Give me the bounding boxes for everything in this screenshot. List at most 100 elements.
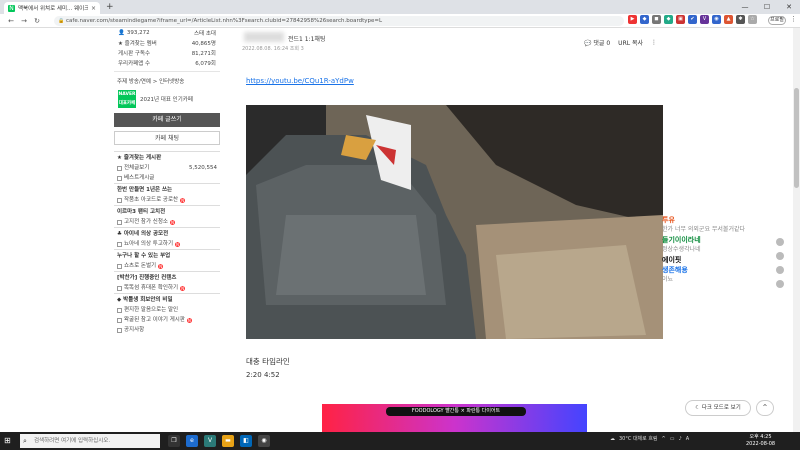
board-item[interactable]: 고지전 참가 신청소 N bbox=[114, 217, 220, 227]
reload-icon[interactable]: ↻ bbox=[32, 17, 42, 25]
post-date: 2022.08.08. 16:24 조회 3 bbox=[242, 46, 304, 52]
extensions: ▶ ◆ ◼ ◆ ▣ ✔ V ◉ ▲ ✱ ☆ bbox=[628, 15, 757, 24]
ad-banner[interactable]: FOODOLOGY 빨간통 × 파란통 다이어트 bbox=[322, 404, 587, 432]
user-icon[interactable] bbox=[776, 266, 784, 274]
weather-text[interactable]: 30°C 대체로 흐림 bbox=[619, 435, 658, 442]
chat-message: 한가 너무 의외군요 무서볼거같다 bbox=[662, 226, 746, 233]
extension-icon[interactable]: ◼ bbox=[652, 15, 661, 24]
store-icon[interactable]: ◧ bbox=[240, 435, 252, 447]
user-icon[interactable] bbox=[776, 280, 784, 288]
chat-username[interactable]: 투유 bbox=[662, 215, 800, 225]
maximize-button[interactable]: ☐ bbox=[756, 0, 778, 14]
extension-icon[interactable]: ◆ bbox=[664, 15, 673, 24]
volume-icon[interactable]: ♪ bbox=[678, 436, 681, 442]
cafe-chat-button[interactable]: 카페 채팅 bbox=[114, 131, 220, 145]
extension-icon[interactable]: ◆ bbox=[640, 15, 649, 24]
profile-button[interactable]: 프로필 bbox=[768, 16, 786, 25]
board-item[interactable]: 왁굴된 참고 이야기 게시판 N bbox=[114, 315, 220, 325]
minimize-button[interactable]: — bbox=[734, 0, 756, 14]
new-badge: N bbox=[158, 263, 164, 269]
new-tab-button[interactable]: + bbox=[106, 2, 114, 12]
board-item[interactable]: 편지한 말음으로는 말인 bbox=[114, 305, 220, 315]
new-badge: N bbox=[180, 197, 186, 203]
board-label: 공지사항 bbox=[124, 327, 145, 333]
representative-cafe-badge: NAVER 대표카페 2021년 대표 인기카페 bbox=[114, 87, 220, 111]
board-label: 한번 만들면 1년은 쓰는 bbox=[117, 187, 173, 193]
language-indicator[interactable]: A bbox=[686, 436, 689, 442]
scroll-to-top-button[interactable]: ⌃ bbox=[756, 400, 774, 416]
youtube-link[interactable]: https://youtu.be/CQu1R-aYdPw bbox=[246, 77, 354, 85]
app-icon[interactable]: V bbox=[204, 435, 216, 447]
favorites-title[interactable]: ★ 즐겨찾는 게시판 bbox=[114, 151, 220, 163]
task-view-icon[interactable]: ❐ bbox=[168, 435, 180, 447]
tab-close-icon[interactable]: × bbox=[91, 5, 96, 12]
new-badge: N bbox=[169, 219, 175, 225]
taskbar-search[interactable]: ⌕ 검색하려면 여기에 입력하십시오. bbox=[20, 434, 160, 448]
back-icon[interactable]: ← bbox=[6, 17, 16, 25]
board-icon bbox=[117, 241, 122, 247]
stat-value: 40,865명 bbox=[191, 41, 216, 47]
close-window-button[interactable]: ✕ bbox=[778, 0, 800, 14]
clock[interactable]: 오후 4:25 2022-08-08 bbox=[746, 434, 775, 448]
nav-buttons: ← → ↻ bbox=[0, 17, 42, 25]
board-group-title[interactable]: ◆ 박틀생 회보안의 비밀 bbox=[114, 293, 220, 305]
extension-icon[interactable]: ▲ bbox=[724, 15, 733, 24]
extension-icon[interactable]: ◉ bbox=[712, 15, 721, 24]
folder-icon[interactable]: ▬ bbox=[222, 435, 234, 447]
puzzle-icon[interactable]: ✱ bbox=[736, 15, 745, 24]
more-icon[interactable]: ⋮ bbox=[651, 39, 657, 46]
board-group-title[interactable]: ♣ 아이네 의상 공모전 bbox=[114, 227, 220, 239]
url-copy-button[interactable]: URL 복사 bbox=[618, 38, 643, 47]
user-icon[interactable] bbox=[776, 238, 784, 246]
board-item[interactable]: 작품초 아코드로 공로찬 N bbox=[114, 195, 220, 205]
extension-icon[interactable]: ✔ bbox=[688, 15, 697, 24]
embedded-video[interactable] bbox=[246, 105, 663, 339]
page-scrollbar[interactable] bbox=[793, 28, 800, 432]
extension-icon[interactable]: ▶ bbox=[628, 15, 637, 24]
invite-link[interactable]: 스태 초대 bbox=[194, 29, 216, 37]
author-name[interactable]: 전드1 1:1채팅 bbox=[288, 34, 325, 43]
board-group-title[interactable]: 한번 만들면 1년은 쓰는 bbox=[114, 183, 220, 195]
browser-tab[interactable]: N 맥북에서 위쳐로 세미... 웨이크 × bbox=[4, 2, 100, 14]
windows-taskbar: ⊞ ⌕ 검색하려면 여기에 입력하십시오. ❐ e V ▬ ◧ ◉ ☁ 30°C… bbox=[0, 432, 800, 450]
comment-button[interactable]: 💬 댓글 0 bbox=[584, 38, 610, 47]
bookmark-icon[interactable]: ☆ bbox=[748, 15, 757, 24]
board-group-title[interactable]: 누구나 할 수 있는 부업 bbox=[114, 249, 220, 261]
board-item[interactable]: 똑똑섬 휴대폰 확인하기 N bbox=[114, 283, 220, 293]
post-body-line: 대충 타임라인 bbox=[246, 357, 290, 366]
board-item[interactable]: 쇼츠로 돈벌기 N bbox=[114, 261, 220, 271]
scroll-thumb[interactable] bbox=[794, 88, 799, 188]
member-row: 👤 393,272 스태 초대 bbox=[114, 28, 220, 38]
board-item[interactable]: 공지사항 bbox=[114, 325, 220, 335]
url-text: cafe.naver.com/steamindiegame?iframe_url… bbox=[66, 18, 383, 24]
board-item[interactable]: 베스트게시글 bbox=[114, 173, 220, 183]
tab-title: 맥북에서 위쳐로 세미... 웨이크 bbox=[18, 6, 88, 12]
board-item[interactable]: 전체글보기 5,520,554 bbox=[114, 163, 220, 173]
board-group-title[interactable]: 이르마3 팬티 고치전 bbox=[114, 205, 220, 217]
board-label: 전체글보기 bbox=[124, 165, 150, 171]
dark-mode-button[interactable]: ☾ 다크 모드로 보기 bbox=[685, 400, 751, 416]
url-field[interactable]: 🔒 cafe.naver.com/steamindiegame?iframe_u… bbox=[54, 16, 624, 26]
board-group-title[interactable]: [박찬가] 진행중인 컨텐츠 bbox=[114, 271, 220, 283]
board-label: 누구나 할 수 있는 부업 bbox=[117, 253, 171, 259]
chevron-up-icon[interactable]: ^ bbox=[662, 436, 666, 442]
people-icon: 👤 bbox=[118, 30, 125, 36]
search-icon: ⌕ bbox=[23, 437, 27, 445]
edge-icon[interactable]: e bbox=[186, 435, 198, 447]
chrome-icon[interactable]: ◉ bbox=[258, 435, 270, 447]
system-tray: ☁ 30°C 대체로 흐림 ^ ▭ ♪ A bbox=[610, 435, 689, 443]
stat-label: 우리카페앱 수 bbox=[118, 61, 151, 67]
user-icon[interactable] bbox=[776, 252, 784, 260]
extension-icon[interactable]: ▣ bbox=[676, 15, 685, 24]
browser-menu-icon[interactable]: ⋮ bbox=[790, 15, 797, 23]
cafe-topic[interactable]: 주제 방송/연예 > 인터넷방송 bbox=[114, 75, 220, 87]
extension-icon[interactable]: V bbox=[700, 15, 709, 24]
stat-row: ★ 즐겨찾는 멤버 40,865명 bbox=[114, 38, 220, 48]
write-post-button[interactable]: 카페 글쓰기 bbox=[114, 113, 220, 127]
board-item[interactable]: 뇨아네 의상 투고하기 N bbox=[114, 239, 220, 249]
forward-icon[interactable]: → bbox=[19, 17, 29, 25]
network-icon[interactable]: ▭ bbox=[670, 436, 675, 442]
board-label: 쇼츠로 돈벌기 bbox=[124, 263, 157, 269]
cloud-icon: ☁ bbox=[610, 435, 615, 442]
windows-start-icon[interactable]: ⊞ bbox=[4, 436, 11, 445]
